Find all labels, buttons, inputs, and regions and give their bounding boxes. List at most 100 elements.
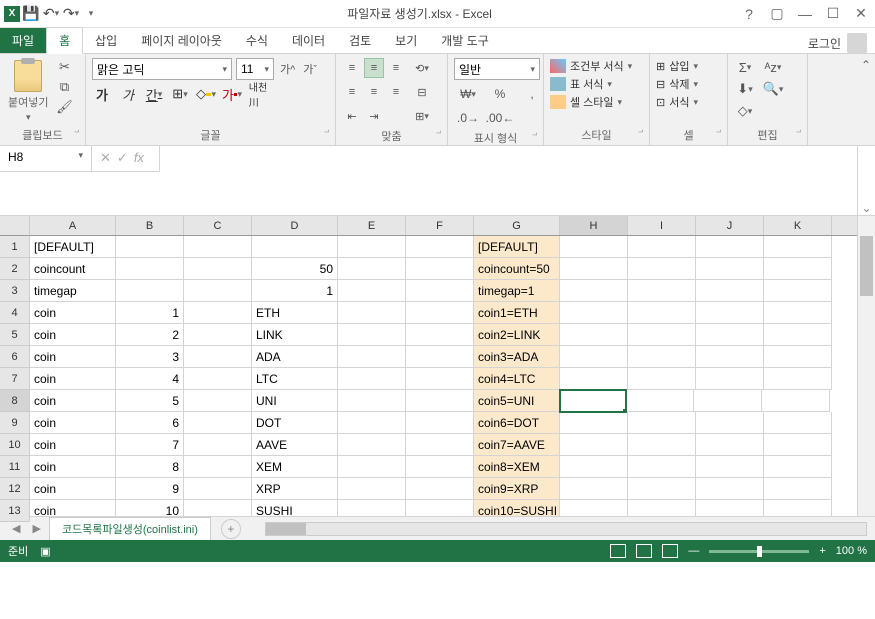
macro-record-icon[interactable]: ▣: [40, 545, 50, 558]
cell-A6[interactable]: coin: [30, 346, 116, 368]
row-header-6[interactable]: 6: [0, 346, 30, 368]
cell-G13[interactable]: coin10=SUSHI: [474, 500, 560, 516]
clear-icon[interactable]: ◇▾: [734, 102, 756, 120]
column-header-B[interactable]: B: [116, 216, 184, 235]
cell-A8[interactable]: coin: [30, 390, 116, 412]
cell-H5[interactable]: [560, 324, 628, 346]
autosum-icon[interactable]: Σ▾: [734, 58, 756, 76]
cell-F4[interactable]: [406, 302, 474, 324]
sheet-nav-prev-icon[interactable]: ◀: [8, 522, 24, 535]
tab-insert[interactable]: 삽입: [83, 28, 129, 53]
cell-A11[interactable]: coin: [30, 456, 116, 478]
cell-B6[interactable]: 3: [116, 346, 184, 368]
cell-E10[interactable]: [338, 434, 406, 456]
cell-C6[interactable]: [184, 346, 252, 368]
tab-pagelayout[interactable]: 페이지 레이아웃: [129, 28, 234, 53]
zoom-slider[interactable]: [709, 550, 809, 553]
tab-developer[interactable]: 개발 도구: [429, 28, 501, 53]
cell-G11[interactable]: coin8=XEM: [474, 456, 560, 478]
enter-formula-icon[interactable]: ✓: [117, 150, 128, 166]
cell-H1[interactable]: [560, 236, 628, 258]
cell-E12[interactable]: [338, 478, 406, 500]
cell-E7[interactable]: [338, 368, 406, 390]
column-header-A[interactable]: A: [30, 216, 116, 235]
maximize-icon[interactable]: ☐: [823, 4, 843, 24]
cell-K9[interactable]: [764, 412, 832, 434]
cell-H10[interactable]: [560, 434, 628, 456]
italic-button[interactable]: 가: [118, 84, 138, 104]
cell-A4[interactable]: coin: [30, 302, 116, 324]
grow-font-icon[interactable]: 가^: [278, 61, 297, 77]
cell-I6[interactable]: [628, 346, 696, 368]
cell-C11[interactable]: [184, 456, 252, 478]
cell-A12[interactable]: coin: [30, 478, 116, 500]
add-sheet-icon[interactable]: +: [221, 519, 241, 539]
cell-D12[interactable]: XRP: [252, 478, 338, 500]
redo-icon[interactable]: ↷▾: [62, 5, 80, 23]
align-left-icon[interactable]: ≡: [342, 82, 362, 102]
font-color-button[interactable]: 가▾: [222, 84, 242, 104]
cell-E9[interactable]: [338, 412, 406, 434]
cell-C13[interactable]: [184, 500, 252, 516]
tab-file[interactable]: 파일: [0, 28, 46, 53]
fill-icon[interactable]: ⬇▾: [734, 80, 756, 98]
tab-view[interactable]: 보기: [383, 28, 429, 53]
row-header-7[interactable]: 7: [0, 368, 30, 390]
cell-J6[interactable]: [696, 346, 764, 368]
cell-B12[interactable]: 9: [116, 478, 184, 500]
indent-decrease-icon[interactable]: ⇤: [342, 106, 362, 126]
cell-I8[interactable]: [626, 390, 694, 412]
cell-E11[interactable]: [338, 456, 406, 478]
qat-customize-icon[interactable]: ▾: [82, 5, 100, 23]
cell-B3[interactable]: [116, 280, 184, 302]
cell-D11[interactable]: XEM: [252, 456, 338, 478]
cell-K8[interactable]: [762, 390, 830, 412]
cell-I4[interactable]: [628, 302, 696, 324]
cell-F9[interactable]: [406, 412, 474, 434]
cell-C1[interactable]: [184, 236, 252, 258]
row-header-8[interactable]: 8: [0, 390, 30, 412]
cell-I1[interactable]: [628, 236, 696, 258]
align-right-icon[interactable]: ≡: [386, 82, 406, 102]
cell-F3[interactable]: [406, 280, 474, 302]
cell-K12[interactable]: [764, 478, 832, 500]
cell-F13[interactable]: [406, 500, 474, 516]
cell-J2[interactable]: [696, 258, 764, 280]
cell-A7[interactable]: coin: [30, 368, 116, 390]
column-header-H[interactable]: H: [560, 216, 628, 235]
select-all-corner[interactable]: [0, 216, 30, 236]
row-header-10[interactable]: 10: [0, 434, 30, 456]
cell-J7[interactable]: [696, 368, 764, 390]
row-header-2[interactable]: 2: [0, 258, 30, 280]
cell-B10[interactable]: 7: [116, 434, 184, 456]
cell-style-button[interactable]: 셀 스타일▾: [550, 94, 622, 110]
tab-formulas[interactable]: 수식: [234, 28, 280, 53]
cell-C5[interactable]: [184, 324, 252, 346]
cell-E5[interactable]: [338, 324, 406, 346]
cell-H2[interactable]: [560, 258, 628, 280]
percent-icon[interactable]: %: [486, 84, 514, 104]
conditional-format-button[interactable]: 조건부 서식▾: [550, 58, 632, 74]
tab-review[interactable]: 검토: [337, 28, 383, 53]
save-icon[interactable]: 💾: [22, 5, 40, 23]
format-painter-icon[interactable]: 🖌: [54, 98, 74, 116]
undo-icon[interactable]: ↶▾: [42, 5, 60, 23]
copy-icon[interactable]: ⧉: [54, 78, 74, 96]
sheet-tab[interactable]: 코드목록파일생성(coinlist.ini): [49, 517, 211, 540]
cell-J4[interactable]: [696, 302, 764, 324]
column-header-J[interactable]: J: [696, 216, 764, 235]
row-header-9[interactable]: 9: [0, 412, 30, 434]
align-center-icon[interactable]: ≡: [364, 82, 384, 102]
shrink-font-icon[interactable]: 가ˇ: [301, 61, 319, 77]
cell-J8[interactable]: [694, 390, 762, 412]
fill-color-button[interactable]: ◇▾: [196, 84, 216, 104]
cell-H4[interactable]: [560, 302, 628, 324]
cell-A10[interactable]: coin: [30, 434, 116, 456]
cell-G3[interactable]: timegap=1: [474, 280, 560, 302]
cell-C10[interactable]: [184, 434, 252, 456]
cell-D8[interactable]: UNI: [252, 390, 338, 412]
cell-K2[interactable]: [764, 258, 832, 280]
column-header-D[interactable]: D: [252, 216, 338, 235]
view-pagebreak-icon[interactable]: [662, 544, 678, 558]
cell-F2[interactable]: [406, 258, 474, 280]
